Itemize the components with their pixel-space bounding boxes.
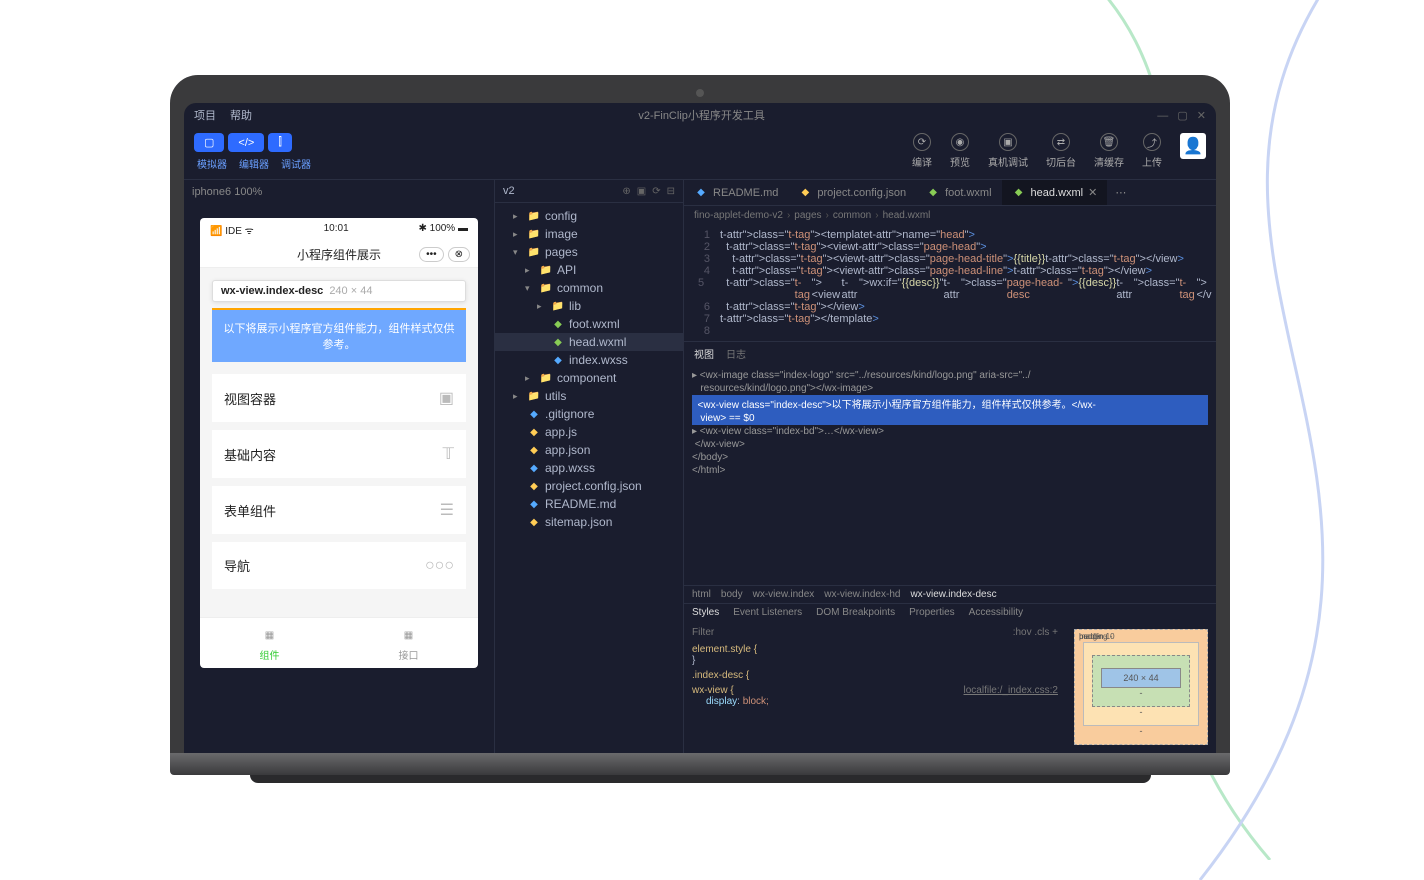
action-编译[interactable]: ⟳编译 <box>912 133 932 169</box>
breadcrumb-segment[interactable]: pages <box>794 210 821 221</box>
minimize-icon[interactable]: — <box>1157 110 1168 122</box>
editor-tab[interactable]: ◆project.config.json <box>788 180 916 205</box>
editor-tab[interactable]: ◆head.wxml ✕ <box>1002 180 1108 205</box>
tree-item[interactable]: ▾📁pages <box>495 243 683 261</box>
laptop-frame: 项目 帮助 v2-FinClip小程序开发工具 — ▢ ✕ ▢</>⫿ 模拟器编… <box>170 75 1230 783</box>
inspect-tooltip: wx-view.index-desc240 × 44 <box>212 280 466 302</box>
device-label: iphone6 100% <box>184 180 494 204</box>
editor-tab[interactable]: ◆README.md <box>684 180 788 205</box>
tree-item[interactable]: ▸📁lib <box>495 297 683 315</box>
styles-filter[interactable]: Filter <box>692 627 714 638</box>
tree-item[interactable]: ◆sitemap.json <box>495 513 683 531</box>
action-清缓存[interactable]: 🗑清缓存 <box>1094 133 1124 169</box>
editor-tab[interactable]: ◆foot.wxml <box>916 180 1001 205</box>
close-circle-icon[interactable]: ⊗ <box>448 247 470 262</box>
action-切后台[interactable]: ⇄切后台 <box>1046 133 1076 169</box>
status-time: 10:01 <box>324 223 349 237</box>
list-item[interactable]: 导航○○○ <box>212 542 466 589</box>
phone-preview: 📶 IDE ᯤ 10:01 ✱ 100% ▬ 小程序组件展示 ••• ⊗ wx-… <box>200 218 478 668</box>
tree-item[interactable]: ▸📁API <box>495 261 683 279</box>
tree-item[interactable]: ▾📁common <box>495 279 683 297</box>
status-signal: 📶 IDE ᯤ <box>210 223 254 237</box>
action-预览[interactable]: ◉预览 <box>950 133 970 169</box>
code-editor[interactable]: 1t-attr">class="t-tag"><template t-attr"… <box>684 225 1216 341</box>
toolbar-pill-2[interactable]: ⫿ <box>268 133 292 152</box>
menubar: 项目 帮助 v2-FinClip小程序开发工具 — ▢ ✕ <box>184 103 1216 127</box>
app-title: 小程序组件展示 <box>297 246 381 263</box>
ide-window: 项目 帮助 v2-FinClip小程序开发工具 — ▢ ✕ ▢</>⫿ 模拟器编… <box>184 103 1216 753</box>
action-真机调试[interactable]: ▣真机调试 <box>988 133 1028 169</box>
breadcrumb-segment[interactable]: fino-applet-demo-v2 <box>694 210 783 221</box>
tree-item[interactable]: ▸📁utils <box>495 387 683 405</box>
tree-item[interactable]: ◆head.wxml <box>495 333 683 351</box>
breadcrumb-segment[interactable]: head.wxml <box>883 210 931 221</box>
tree-item[interactable]: ▸📁component <box>495 369 683 387</box>
toolbar-pill-1[interactable]: </> <box>228 133 264 152</box>
menu-dots-icon[interactable]: ••• <box>419 247 444 262</box>
project-root[interactable]: v2 <box>503 185 515 197</box>
new-folder-icon[interactable]: ▣ <box>637 186 646 197</box>
tree-item[interactable]: ◆README.md <box>495 495 683 513</box>
tree-item[interactable]: ◆app.json <box>495 441 683 459</box>
maximize-icon[interactable]: ▢ <box>1177 110 1187 122</box>
tree-item[interactable]: ◆foot.wxml <box>495 315 683 333</box>
refresh-icon[interactable]: ⟳ <box>652 186 660 197</box>
tree-item[interactable]: ▸📁config <box>495 207 683 225</box>
tree-item[interactable]: ◆app.js <box>495 423 683 441</box>
avatar[interactable]: 👤 <box>1180 133 1206 159</box>
box-model: margin 10 border - padding - 240 × 44 --… <box>1066 621 1216 753</box>
close-icon[interactable]: ✕ <box>1197 110 1206 122</box>
menu-project[interactable]: 项目 <box>194 107 216 123</box>
editor-panel: ◆README.md◆project.config.json◆foot.wxml… <box>684 180 1216 753</box>
phone-tab[interactable]: ▦组件 <box>200 618 339 668</box>
styles-panel[interactable]: Filter :hov .cls + element.style {}.inde… <box>684 621 1066 753</box>
tree-item[interactable]: ◆project.config.json <box>495 477 683 495</box>
tree-item[interactable]: ◆app.wxss <box>495 459 683 477</box>
devtools: 视图日志 ▸ <wx-image class="index-logo" src=… <box>684 341 1216 753</box>
menu-help[interactable]: 帮助 <box>230 107 252 123</box>
tree-item[interactable]: ◆.gitignore <box>495 405 683 423</box>
toolbar-pill-0[interactable]: ▢ <box>194 133 224 152</box>
breadcrumb-segment[interactable]: common <box>833 210 871 221</box>
simulator-panel: iphone6 100% 📶 IDE ᯤ 10:01 ✱ 100% ▬ 小程序组… <box>184 180 494 753</box>
collapse-icon[interactable]: ⊟ <box>667 186 675 197</box>
new-file-icon[interactable]: ⊕ <box>622 186 630 197</box>
list-item[interactable]: 表单组件☰ <box>212 486 466 534</box>
list-item[interactable]: 视图容器▣ <box>212 374 466 422</box>
styles-toggles[interactable]: :hov .cls + <box>1013 627 1058 638</box>
camera-dot <box>696 89 704 97</box>
status-battery: ✱ 100% ▬ <box>418 223 468 237</box>
tree-item[interactable]: ▸📁image <box>495 225 683 243</box>
action-上传[interactable]: ⤴上传 <box>1142 133 1162 169</box>
phone-tab[interactable]: ▦接口 <box>339 618 478 668</box>
file-explorer: v2 ⊕ ▣ ⟳ ⊟ ▸📁config▸📁image▾📁pages▸📁API▾📁… <box>494 180 684 753</box>
highlighted-element[interactable]: 以下将展示小程序官方组件能力，组件样式仅供参考。 <box>212 308 466 362</box>
window-title: v2-FinClip小程序开发工具 <box>638 107 765 123</box>
dom-inspector[interactable]: ▸ <wx-image class="index-logo" src="../r… <box>684 365 1216 585</box>
toolbar: ▢</>⫿ 模拟器编辑器调试器 ⟳编译◉预览▣真机调试⇄切后台🗑清缓存⤴上传 👤 <box>184 127 1216 180</box>
list-item[interactable]: 基础内容𝕋 <box>212 430 466 478</box>
tab-more-icon[interactable]: ⋯ <box>1107 180 1134 205</box>
tree-item[interactable]: ◆index.wxss <box>495 351 683 369</box>
